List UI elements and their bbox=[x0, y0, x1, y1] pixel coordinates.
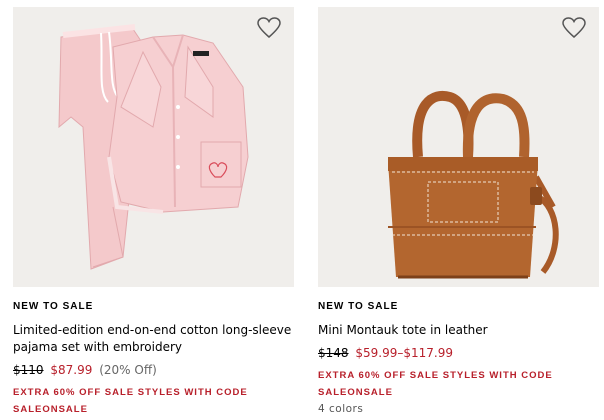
favorite-heart-icon[interactable] bbox=[562, 17, 586, 39]
discount-percent: (20% Off) bbox=[99, 363, 157, 377]
product-image[interactable] bbox=[13, 7, 294, 287]
promo-line: EXTRA 60% OFF SALE STYLES WITH CODE bbox=[13, 387, 248, 398]
new-to-sale-badge: NEW TO SALE bbox=[318, 301, 399, 312]
pajama-set-image bbox=[58, 24, 249, 270]
price-row: $148 $59.99–$117.99 bbox=[318, 346, 599, 360]
promo-code: SALEONSALE bbox=[318, 387, 393, 398]
color-count-link[interactable]: 4 colors bbox=[318, 403, 599, 415]
sale-price: $59.99–$117.99 bbox=[355, 346, 453, 360]
promo-code: SALEONSALE bbox=[13, 404, 88, 415]
favorite-heart-icon[interactable] bbox=[257, 17, 281, 39]
price-row: $110 $87.99 (20% Off) bbox=[13, 363, 294, 377]
product-card[interactable]: NEW TO SALE Mini Montauk tote in leather… bbox=[318, 7, 599, 415]
product-title[interactable]: Limited-edition end-on-end cotton long-s… bbox=[13, 322, 294, 356]
new-to-sale-badge: NEW TO SALE bbox=[13, 301, 94, 312]
original-price: $148 bbox=[318, 346, 349, 360]
tote-bag-image bbox=[388, 90, 559, 279]
promo-line: EXTRA 60% OFF SALE STYLES WITH CODE bbox=[318, 370, 553, 381]
product-image[interactable] bbox=[318, 7, 599, 287]
original-price: $110 bbox=[13, 363, 44, 377]
product-title[interactable]: Mini Montauk tote in leather bbox=[318, 322, 599, 339]
sale-price: $87.99 bbox=[50, 363, 93, 377]
promo-text: EXTRA 60% OFF SALE STYLES WITH CODE SALE… bbox=[13, 384, 294, 418]
product-card[interactable]: NEW TO SALE Limited-edition end-on-end c… bbox=[13, 7, 294, 418]
promo-text: EXTRA 60% OFF SALE STYLES WITH CODE SALE… bbox=[318, 367, 599, 401]
